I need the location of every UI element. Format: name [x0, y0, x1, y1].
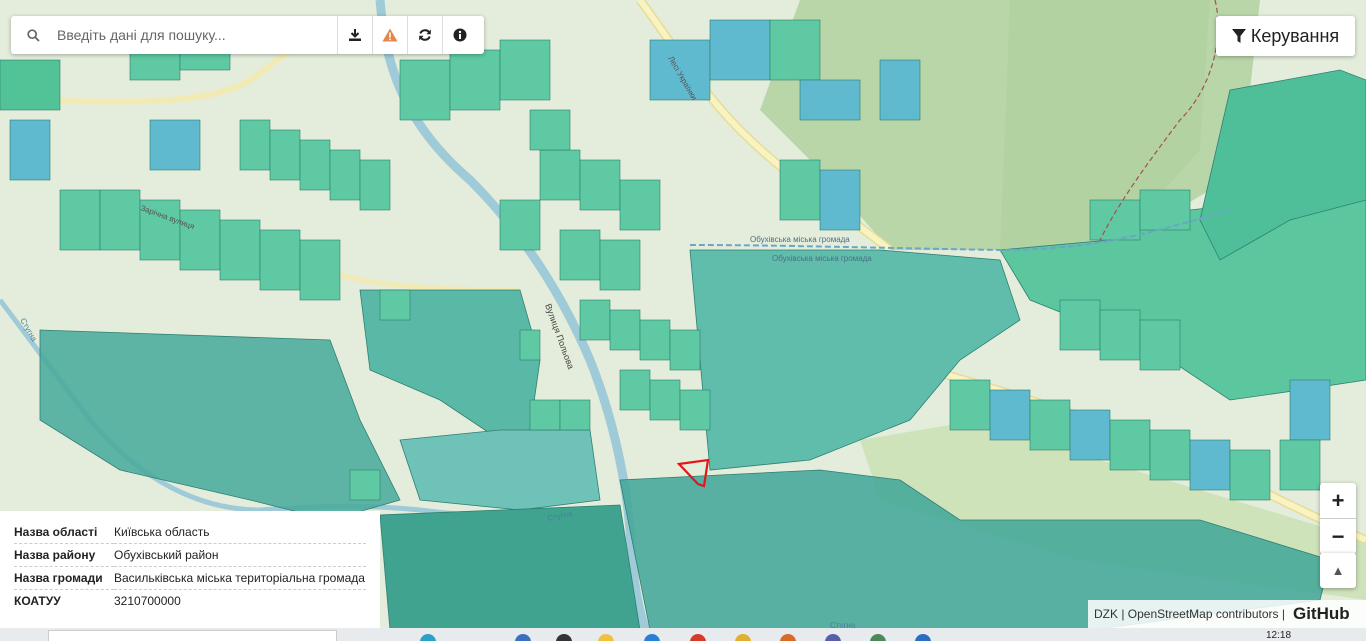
info-value: 3210700000 [114, 594, 181, 608]
table-row: Назва області Київська область [14, 521, 366, 544]
download-icon [349, 29, 361, 41]
taskbar-app-icon[interactable] [780, 634, 796, 641]
info-button[interactable] [442, 16, 477, 54]
zoom-out-button[interactable]: − [1320, 518, 1356, 554]
north-control: ▲ [1320, 553, 1356, 588]
map-label-boundary: Обухівська міська громада [772, 254, 872, 263]
download-button[interactable] [337, 16, 372, 54]
info-value: Васильківська міська територіальна грома… [114, 566, 366, 590]
info-value: Обухівський район [114, 543, 366, 567]
search-input[interactable] [55, 19, 337, 51]
taskbar: 12:18 [0, 628, 1366, 641]
taskbar-app-icon[interactable] [915, 634, 931, 641]
taskbar-app-icon[interactable] [598, 634, 614, 641]
taskbar-app-icon[interactable] [735, 634, 751, 641]
info-key: КОАТУУ [14, 594, 61, 608]
land-parcel[interactable] [399, 429, 601, 511]
warning-icon [382, 28, 398, 42]
info-table: Назва області Київська область Назва рай… [14, 521, 366, 612]
zoom-in-button[interactable]: + [1320, 483, 1356, 518]
info-key: Назва району [14, 543, 114, 567]
land-parcel[interactable] [379, 504, 641, 631]
taskbar-app-icon[interactable] [870, 634, 886, 641]
search-icon [11, 28, 55, 42]
refresh-icon [419, 29, 431, 41]
manage-button[interactable]: Керування [1216, 16, 1355, 56]
taskbar-app-icon[interactable] [420, 634, 436, 641]
info-key: Назва області [14, 521, 114, 544]
info-key: Назва громади [14, 566, 114, 590]
attribution-text[interactable]: DZK | OpenStreetMap contributors | [1088, 607, 1285, 621]
search-bar [11, 16, 484, 54]
warning-button[interactable] [372, 16, 407, 54]
table-row: Назва громади Васильківська міська терит… [14, 566, 366, 590]
info-icon [453, 28, 467, 42]
manage-button-label: Керування [1250, 25, 1340, 46]
table-row: Назва району Обухівський район [14, 543, 366, 567]
taskbar-clock[interactable]: 12:18 [1266, 630, 1291, 641]
taskbar-search[interactable] [48, 630, 337, 641]
taskbar-app-icon[interactable] [690, 634, 706, 641]
taskbar-app-icon[interactable] [825, 634, 841, 641]
taskbar-app-icon[interactable] [644, 634, 660, 641]
github-link[interactable]: GitHub [1293, 604, 1350, 624]
info-panel: Назва області Київська область Назва рай… [0, 511, 380, 629]
zoom-control: + − [1320, 483, 1356, 554]
map-attribution: DZK | OpenStreetMap contributors | GitHu… [1088, 600, 1366, 628]
refresh-button[interactable] [407, 16, 442, 54]
filter-icon [1231, 28, 1246, 43]
taskbar-app-icon[interactable] [515, 634, 531, 641]
taskbar-app-icon[interactable] [556, 634, 572, 641]
table-row: КОАТУУ 3210700000 [14, 590, 366, 613]
map-label-boundary: Обухівська міська громада [750, 235, 850, 244]
info-value: Київська область [114, 521, 366, 544]
reset-north-button[interactable]: ▲ [1320, 553, 1356, 588]
